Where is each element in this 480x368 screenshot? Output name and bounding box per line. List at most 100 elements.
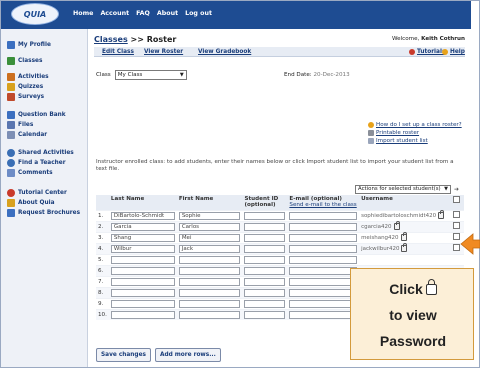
sidebar-item-about-quia[interactable]: About Quia bbox=[7, 199, 55, 207]
lock-icon[interactable] bbox=[393, 221, 400, 230]
row-number: 8. bbox=[96, 286, 109, 298]
quia-logo[interactable]: QUIA bbox=[11, 3, 59, 25]
sidebar-item-calendar[interactable]: Calendar bbox=[7, 131, 47, 139]
sidebar-item-question-bank[interactable]: Question Bank bbox=[7, 111, 66, 119]
sidebar-item-activities[interactable]: Activities bbox=[7, 73, 49, 81]
nav-account[interactable]: Account bbox=[100, 10, 129, 17]
email-input[interactable] bbox=[289, 288, 358, 297]
email-input[interactable] bbox=[289, 310, 358, 319]
lock-icon[interactable] bbox=[438, 210, 445, 219]
table-row: 3. Shang Mei meishang420 bbox=[96, 231, 464, 243]
header-student-id: Student ID (optional) bbox=[242, 195, 288, 210]
last-name-input[interactable] bbox=[110, 310, 175, 319]
last-name-input[interactable]: Shang bbox=[110, 233, 175, 242]
first-name-input[interactable] bbox=[178, 288, 241, 297]
lock-icon[interactable] bbox=[401, 243, 408, 252]
student-id-input[interactable] bbox=[244, 299, 286, 308]
sidebar-item-my-profile[interactable]: My Profile bbox=[7, 41, 51, 49]
save-changes-button[interactable]: Save changes bbox=[96, 348, 151, 362]
row-checkbox[interactable] bbox=[452, 222, 460, 229]
student-id-input[interactable] bbox=[244, 255, 286, 264]
breadcrumb-classes-link[interactable]: Classes bbox=[94, 35, 128, 44]
sidebar: My Profile Classes Activities Quizzes Su… bbox=[1, 29, 88, 367]
actions-go-icon[interactable]: ➜ bbox=[454, 186, 462, 194]
tab-edit-class[interactable]: Edit Class bbox=[102, 49, 134, 55]
callout-line-2: to view bbox=[389, 307, 437, 323]
add-more-rows-button[interactable]: Add more rows... bbox=[154, 348, 221, 362]
sidebar-item-surveys[interactable]: Surveys bbox=[7, 93, 44, 101]
last-name-input[interactable] bbox=[110, 255, 175, 264]
sidebar-item-request-brochures[interactable]: Request Brochures bbox=[7, 209, 80, 217]
cell-email bbox=[287, 231, 360, 243]
printable-roster-link[interactable]: Printable roster bbox=[368, 130, 462, 136]
help-link[interactable]: Help bbox=[442, 49, 465, 55]
breadcrumb-current: Roster bbox=[146, 35, 177, 44]
email-input[interactable] bbox=[289, 266, 358, 275]
last-name-input[interactable] bbox=[110, 288, 175, 297]
sidebar-item-files[interactable]: Files bbox=[7, 121, 33, 129]
comments-icon bbox=[7, 169, 15, 177]
sidebar-item-tutorial-center[interactable]: Tutorial Center bbox=[7, 189, 67, 197]
select-all-checkbox[interactable] bbox=[452, 196, 460, 203]
first-name-input[interactable] bbox=[178, 277, 241, 286]
first-name-input[interactable]: Sophie bbox=[178, 211, 241, 220]
cell-id bbox=[242, 308, 288, 320]
tutorials-link[interactable]: Tutorials bbox=[409, 49, 445, 55]
sidebar-item-comments[interactable]: Comments bbox=[7, 169, 53, 177]
last-name-input[interactable] bbox=[110, 277, 175, 286]
first-name-input[interactable]: Jack bbox=[178, 244, 241, 253]
first-name-input[interactable] bbox=[178, 266, 241, 275]
first-name-input[interactable] bbox=[178, 255, 241, 264]
last-name-input[interactable]: Garcia bbox=[110, 222, 175, 231]
cell-email bbox=[287, 308, 360, 320]
sidebar-item-classes[interactable]: Classes bbox=[7, 57, 42, 65]
sidebar-item-shared-activities[interactable]: Shared Activities bbox=[7, 149, 74, 157]
cell-first bbox=[176, 275, 243, 287]
nav-faq[interactable]: FAQ bbox=[136, 10, 150, 17]
nav-logout[interactable]: Log out bbox=[185, 10, 212, 17]
lock-icon[interactable] bbox=[400, 232, 407, 241]
sidebar-item-find-teacher[interactable]: Find a Teacher bbox=[7, 159, 66, 167]
import-student-list-link[interactable]: Import student list bbox=[368, 138, 462, 144]
last-name-input[interactable] bbox=[110, 299, 175, 308]
email-input[interactable] bbox=[289, 233, 358, 242]
row-number: 10. bbox=[96, 308, 109, 320]
student-id-input[interactable] bbox=[244, 266, 286, 275]
student-id-input[interactable] bbox=[244, 233, 286, 242]
first-name-input[interactable] bbox=[178, 299, 241, 308]
first-name-input[interactable] bbox=[178, 310, 241, 319]
last-name-input[interactable] bbox=[110, 266, 175, 275]
shared-icon bbox=[7, 149, 15, 157]
import-icon bbox=[368, 138, 374, 144]
email-input[interactable] bbox=[289, 211, 358, 220]
cell-id bbox=[242, 209, 288, 221]
row-checkbox[interactable] bbox=[452, 211, 460, 218]
student-id-input[interactable] bbox=[244, 310, 286, 319]
last-name-input[interactable]: DiBartolo-Schmidt bbox=[110, 211, 175, 220]
student-id-input[interactable] bbox=[244, 222, 286, 231]
email-input[interactable] bbox=[289, 255, 358, 264]
email-input[interactable] bbox=[289, 244, 358, 253]
student-id-input[interactable] bbox=[244, 277, 286, 286]
send-email-link[interactable]: Send e-mail to the class bbox=[289, 202, 357, 208]
sidebar-item-quizzes[interactable]: Quizzes bbox=[7, 83, 43, 91]
email-input[interactable] bbox=[289, 277, 358, 286]
nav-about[interactable]: About bbox=[157, 10, 178, 17]
help-icon bbox=[442, 49, 448, 55]
tab-view-roster[interactable]: View Roster bbox=[144, 49, 183, 55]
email-input[interactable] bbox=[289, 299, 358, 308]
actions-select[interactable]: Actions for selected student(s) bbox=[355, 185, 451, 194]
tab-view-gradebook[interactable]: View Gradebook bbox=[198, 49, 251, 55]
first-name-input[interactable]: Mei bbox=[178, 233, 241, 242]
student-id-input[interactable] bbox=[244, 244, 286, 253]
student-id-input[interactable] bbox=[244, 288, 286, 297]
callout-arrow-icon bbox=[460, 233, 480, 255]
class-select[interactable]: My Class bbox=[114, 70, 187, 80]
cell-last bbox=[108, 286, 177, 298]
email-input[interactable] bbox=[289, 222, 358, 231]
last-name-input[interactable]: Wilbur bbox=[110, 244, 175, 253]
roster-help-link[interactable]: How do I set up a class roster? bbox=[368, 122, 462, 128]
first-name-input[interactable]: Carlos bbox=[178, 222, 241, 231]
nav-home[interactable]: Home bbox=[73, 10, 93, 17]
student-id-input[interactable] bbox=[244, 211, 286, 220]
